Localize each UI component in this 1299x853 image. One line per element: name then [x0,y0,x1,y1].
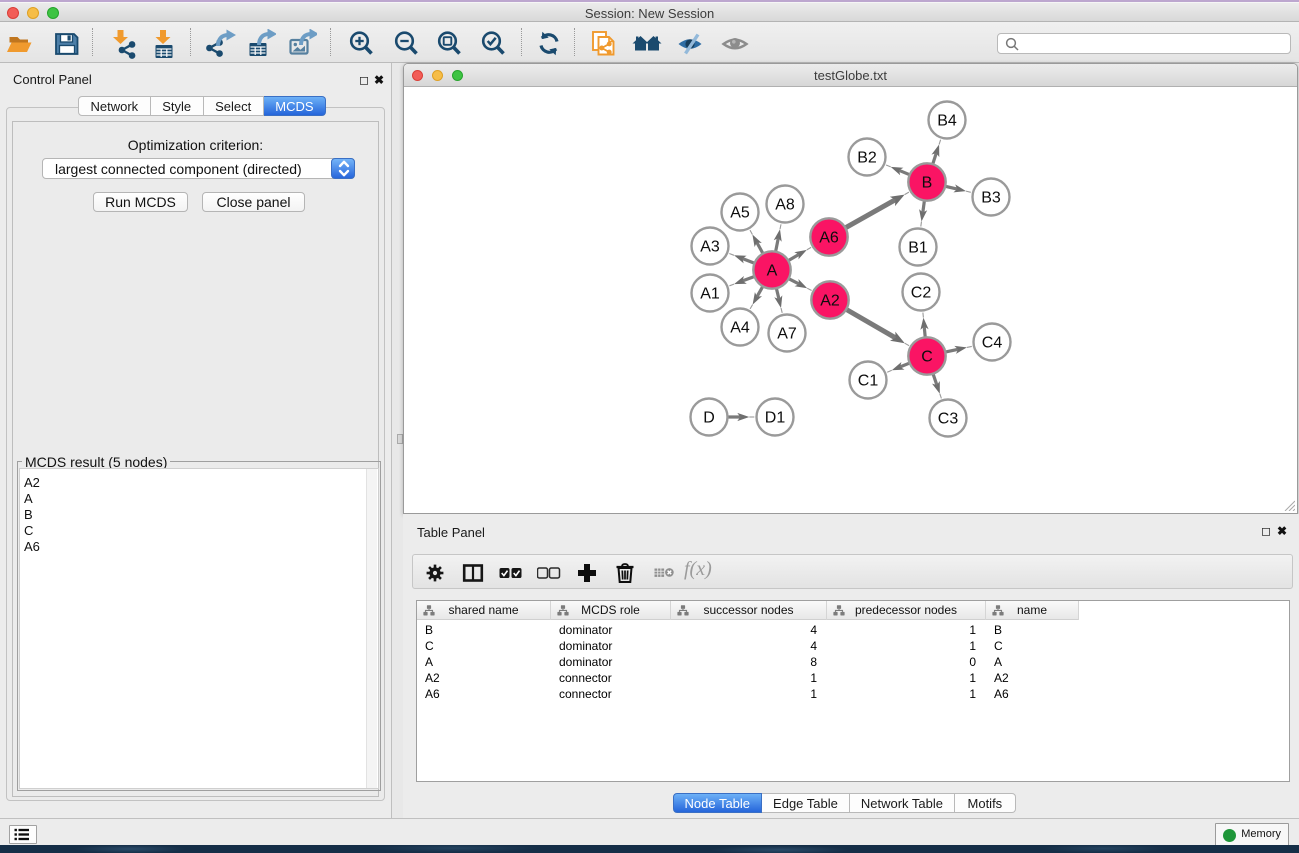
svg-text:C2: C2 [911,285,932,302]
svg-text:B4: B4 [937,113,957,130]
svg-text:A7: A7 [777,326,797,343]
svg-text:A3: A3 [700,239,720,256]
svg-text:A1: A1 [700,286,720,303]
svg-text:D: D [703,410,715,427]
svg-text:B3: B3 [981,190,1001,207]
svg-text:A5: A5 [730,205,750,222]
svg-text:A8: A8 [775,197,795,214]
svg-text:A: A [767,263,778,280]
svg-text:A4: A4 [730,320,750,337]
svg-text:C3: C3 [938,411,959,428]
svg-text:C: C [921,349,933,366]
svg-text:B2: B2 [857,150,877,167]
svg-text:A2: A2 [820,293,840,310]
svg-text:B: B [922,175,933,192]
svg-text:D1: D1 [765,410,786,427]
svg-text:B1: B1 [908,240,928,257]
svg-text:A6: A6 [819,230,839,247]
svg-text:C4: C4 [982,335,1003,352]
svg-text:C1: C1 [858,373,879,390]
